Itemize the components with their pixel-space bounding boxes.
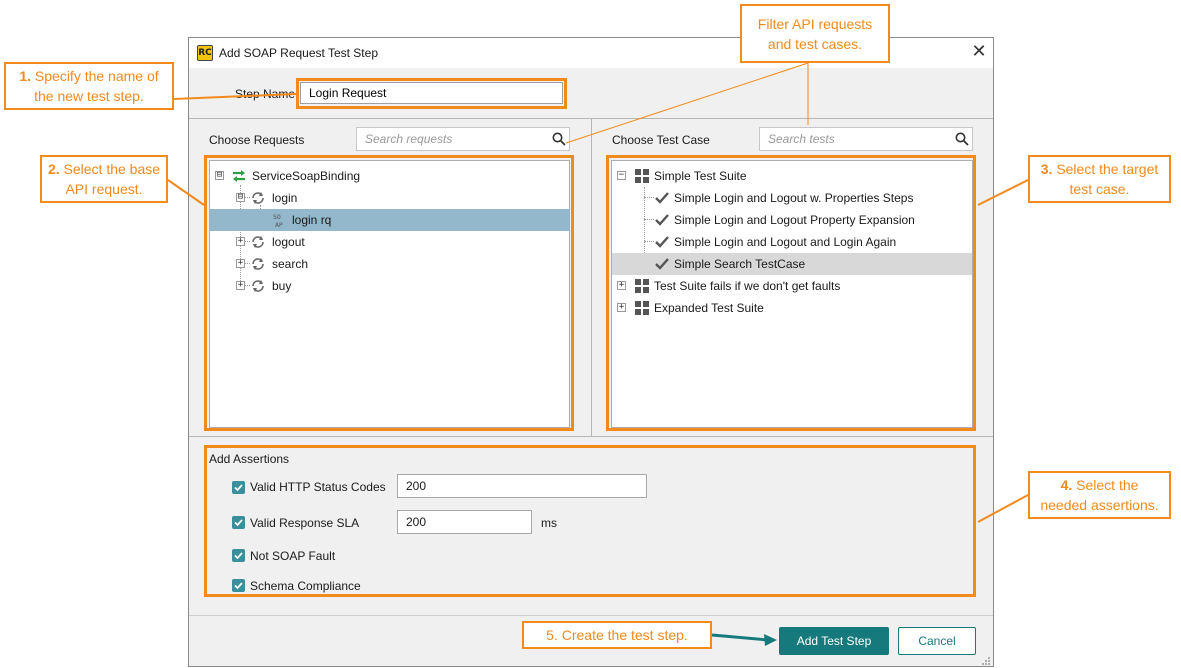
add-test-step-button[interactable]: Add Test Step: [779, 627, 889, 655]
choose-test-case-label: Choose Test Case: [612, 133, 710, 147]
callout-number: 4.: [1060, 477, 1073, 493]
callout-text: test case.: [1069, 181, 1130, 197]
pane-splitter[interactable]: [591, 118, 592, 436]
search-requests-input[interactable]: Search requests: [356, 127, 570, 151]
callout-select-test-case: 3. Select the target test case.: [1028, 155, 1171, 203]
callout-select-assertions: 4. Select the needed assertions.: [1028, 471, 1171, 519]
highlight-step-name: [296, 78, 567, 109]
callout-select-request: 2. Select the base API request.: [40, 155, 168, 203]
callout-filter: Filter API requests and test cases.: [740, 4, 890, 63]
callout-text: needed assertions.: [1040, 497, 1159, 513]
highlight-assertions: [204, 445, 976, 597]
callout-text: Specify the name of: [34, 68, 159, 84]
highlight-requests-tree: [204, 155, 574, 431]
resize-grip-icon[interactable]: [981, 656, 991, 666]
callout-specify-name: 1. Specify the name of the new test step…: [4, 62, 174, 110]
choose-requests-label: Choose Requests: [209, 133, 305, 147]
callout-number: 3.: [1040, 161, 1053, 177]
callout-text: Filter API requests: [757, 16, 873, 32]
search-tests-input[interactable]: Search tests: [759, 127, 973, 151]
callout-text: the new test step.: [34, 88, 144, 104]
search-icon[interactable]: [955, 132, 969, 146]
callout-create-step: 5. Create the test step.: [522, 621, 712, 649]
step-name-label: Step Name:: [235, 87, 299, 101]
callout-number: 2.: [47, 161, 60, 177]
callout-number: 1.: [19, 68, 32, 84]
callout-text: API request.: [65, 181, 143, 197]
callout-text: Select the target: [1056, 161, 1159, 177]
divider: [189, 436, 993, 437]
callout-text: Select the base: [63, 161, 161, 177]
divider: [189, 615, 993, 616]
search-icon[interactable]: [552, 132, 566, 146]
callout-text: Select the: [1076, 477, 1139, 493]
app-icon: RC: [197, 45, 213, 61]
highlight-test-cases-tree: [606, 155, 976, 431]
close-icon[interactable]: ✕: [969, 42, 989, 62]
cancel-button[interactable]: Cancel: [898, 627, 976, 655]
callout-text: and test cases.: [767, 36, 863, 52]
dialog-title: Add SOAP Request Test Step: [219, 46, 378, 60]
